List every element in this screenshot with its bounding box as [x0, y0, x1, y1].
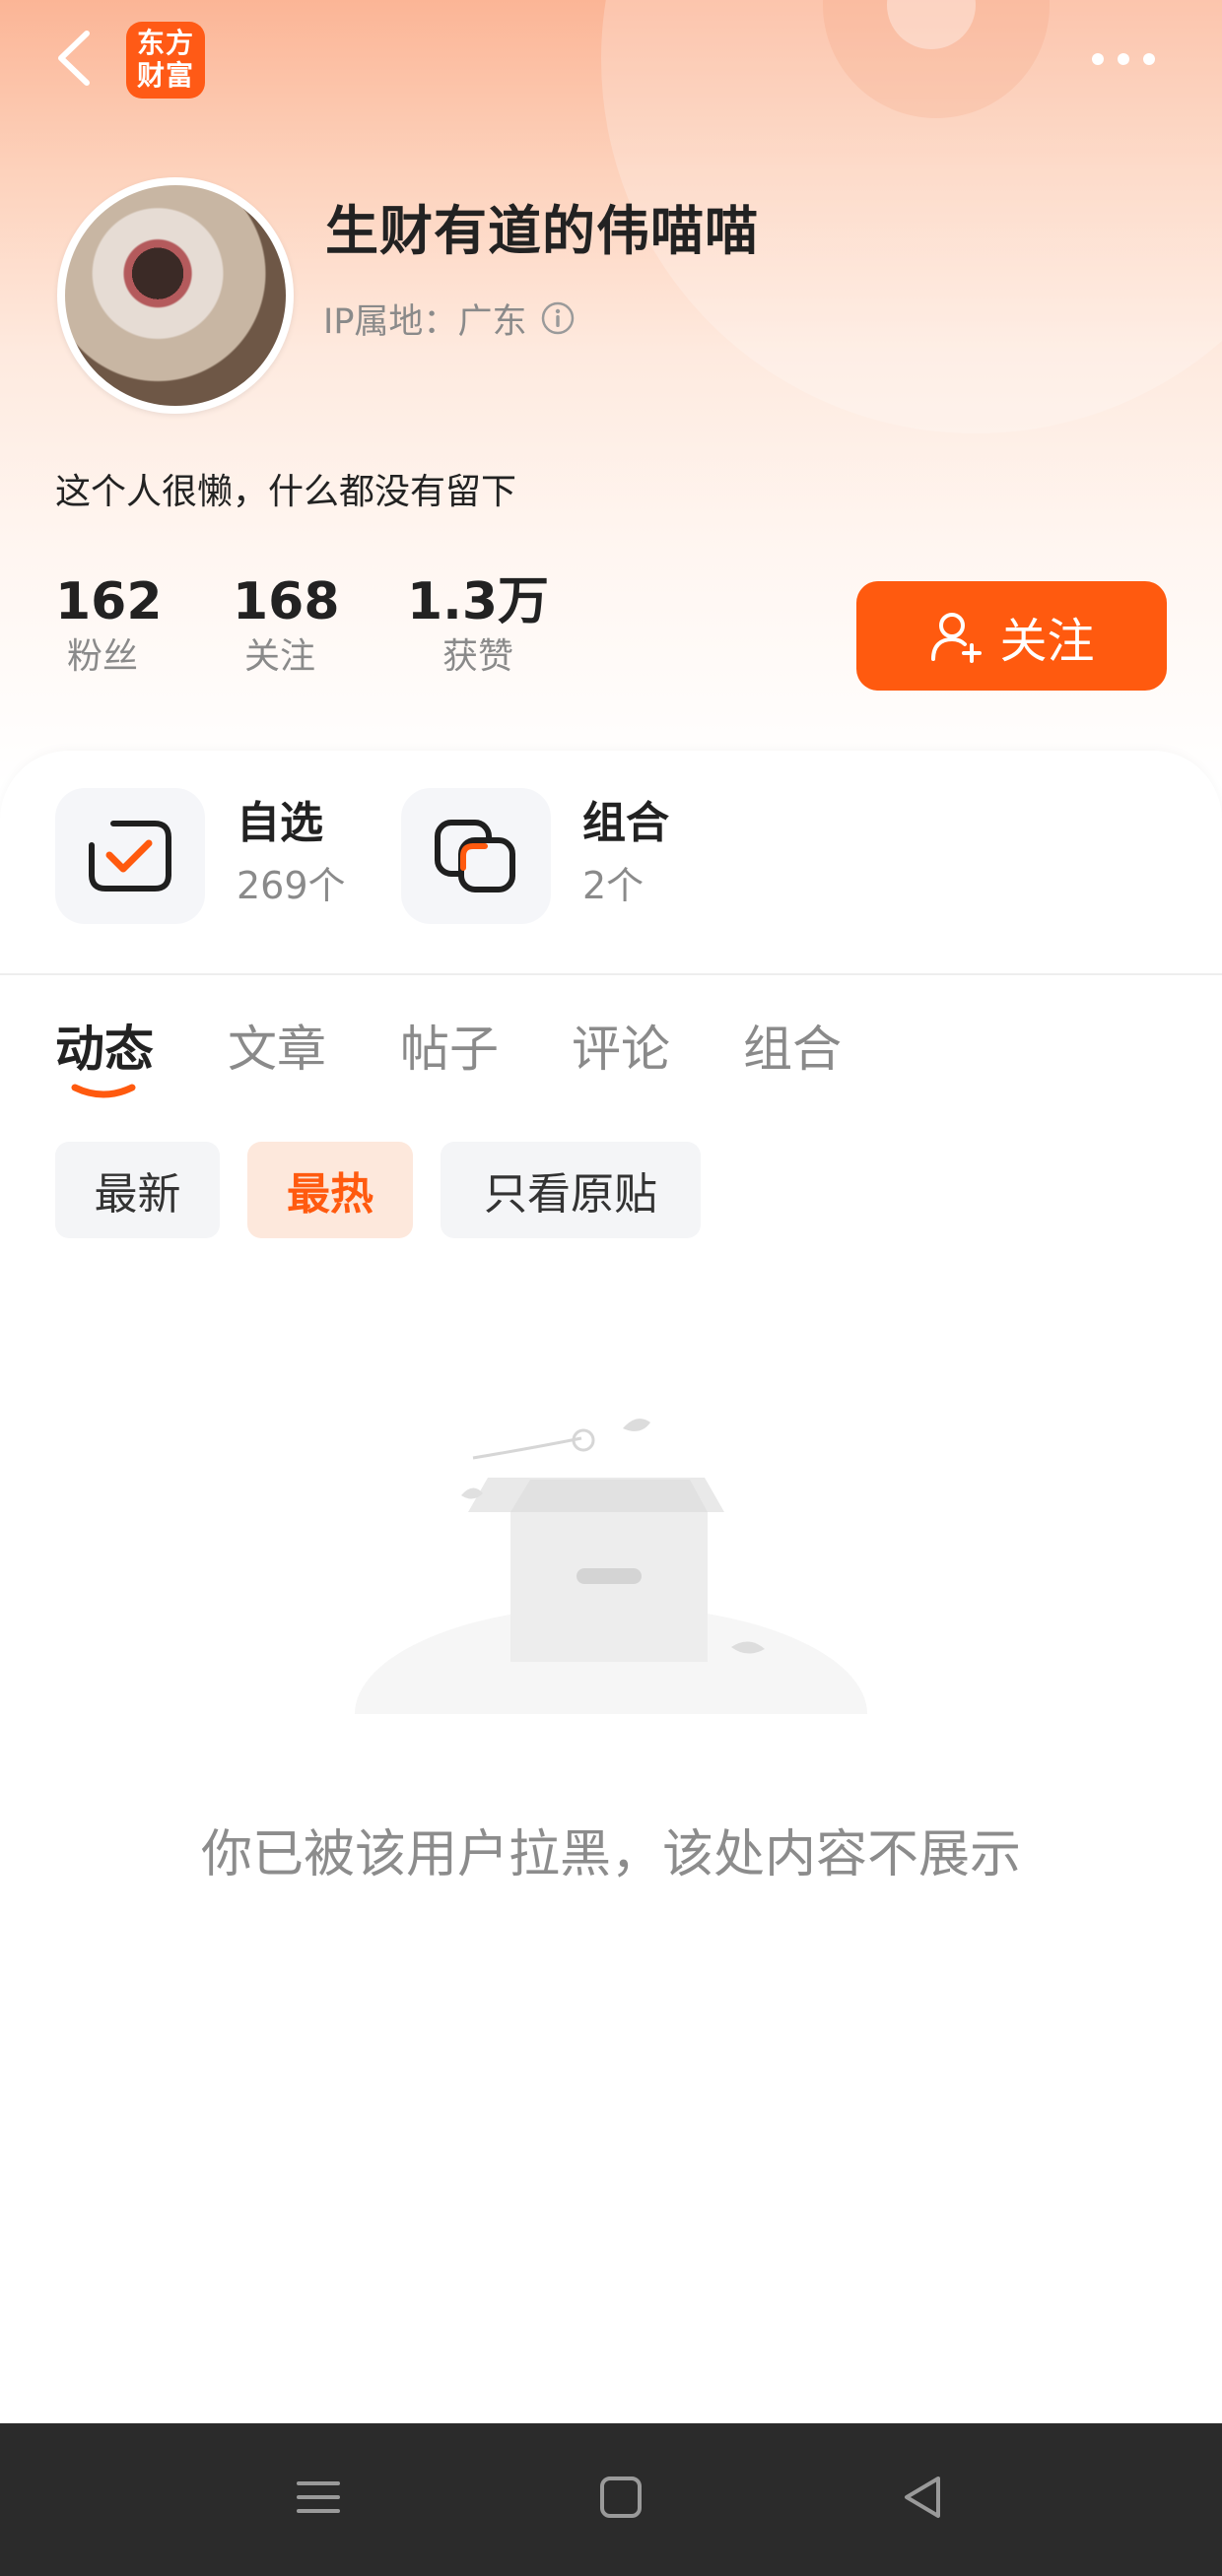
portfolio-title: 组合 [582, 798, 669, 848]
stat-value: 162 [55, 572, 163, 631]
filter-hottest[interactable]: 最热 [247, 1142, 413, 1238]
stat-following[interactable]: 168 关注 [233, 569, 340, 680]
stat-label: 关注 [243, 636, 315, 677]
stat-fans[interactable]: 162 粉丝 [55, 569, 163, 680]
tab-comments[interactable]: 评论 [572, 1010, 670, 1081]
filter-latest[interactable]: 最新 [55, 1142, 220, 1238]
stat-label: 获赞 [441, 636, 513, 677]
app-logo: 东方 财富 [126, 22, 205, 99]
ip-location: IP属地： 广东 [323, 294, 576, 343]
stat-value: 1.3万 [406, 572, 550, 631]
divider [0, 973, 1222, 975]
watchlist-entry[interactable]: 自选 269个 [55, 788, 346, 926]
tab-portfolio[interactable]: 组合 [743, 1010, 842, 1081]
filter-original-only[interactable]: 只看原贴 [441, 1142, 701, 1238]
portfolio-entry[interactable]: 组合 2个 [401, 788, 669, 926]
empty-box-icon [335, 1419, 887, 1734]
back-icon[interactable] [887, 2463, 956, 2532]
active-tab-indicator [71, 1084, 136, 1098]
tab-articles[interactable]: 文章 [228, 1010, 326, 1081]
system-navigation-bar [0, 2423, 1222, 2576]
username: 生财有道的伟喵喵 [325, 200, 759, 262]
follow-button-label: 关注 [999, 613, 1095, 669]
avatar-image [65, 185, 286, 406]
more-options-button[interactable] [1084, 39, 1163, 79]
portfolio-count: 2个 [582, 864, 645, 907]
watchlist-title: 自选 [237, 798, 323, 848]
watchlist-count: 269个 [237, 864, 346, 907]
bio-text: 这个人很懒，什么都没有留下 [55, 472, 517, 512]
ip-value: 广东 [457, 301, 527, 342]
home-icon[interactable] [586, 2463, 655, 2532]
more-dots-icon [1092, 53, 1155, 65]
stat-likes[interactable]: 1.3万 获赞 [406, 569, 550, 680]
chevron-left-icon [58, 31, 90, 86]
stat-value: 168 [233, 572, 340, 631]
back-button[interactable] [49, 28, 99, 89]
profile-page: 东方 财富 生财有道的伟喵喵 IP属地： 广东 这个人很懒，什么都没有留下 16… [0, 0, 1222, 2576]
add-user-icon [931, 612, 983, 663]
tab-posts[interactable]: 帖子 [400, 1010, 499, 1081]
avatar[interactable] [57, 177, 294, 414]
stat-label: 粉丝 [66, 636, 138, 677]
menu-icon[interactable] [284, 2463, 353, 2532]
info-icon[interactable] [540, 300, 576, 336]
checkbox-icon [89, 821, 171, 892]
portfolio-icon [435, 820, 515, 892]
tab-dynamics[interactable]: 动态 [55, 1010, 154, 1081]
ip-label: IP属地： [323, 301, 458, 342]
empty-state-message: 你已被该用户拉黑，该处内容不展示 [200, 1825, 1021, 1884]
follow-button[interactable]: 关注 [856, 581, 1167, 691]
